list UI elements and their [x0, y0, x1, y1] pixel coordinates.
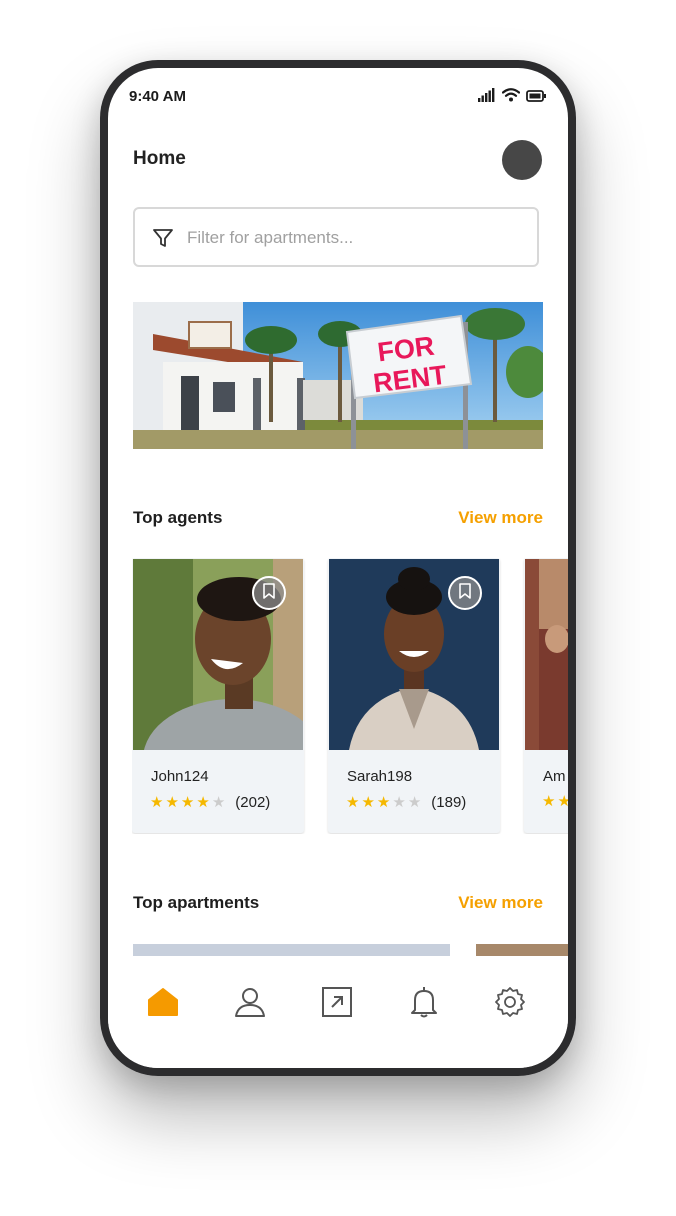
filter-bar[interactable]: [133, 207, 539, 267]
wifi-icon: [501, 88, 521, 107]
bottom-tab-bar: [108, 956, 568, 1068]
for-rent-banner[interactable]: FOR RENT: [133, 302, 543, 449]
star-icon: ★: [150, 794, 164, 811]
agent-name: Am: [543, 768, 566, 785]
star-icon: ★: [542, 793, 556, 810]
tab-home[interactable]: [143, 984, 183, 1024]
tab-settings[interactable]: [490, 984, 530, 1024]
agent-name: Sarah198: [347, 768, 413, 785]
review-count: (202): [235, 794, 271, 811]
bell-icon: [409, 986, 439, 1023]
tab-share[interactable]: [317, 984, 357, 1024]
bookmark-icon: [262, 582, 276, 604]
avatar[interactable]: [502, 140, 542, 180]
search-input[interactable]: [185, 209, 529, 267]
star-icon: ★: [346, 794, 360, 811]
top-agents-view-more[interactable]: View more: [458, 508, 543, 528]
phone-frame: 9:40 AM Home Filter for apartments... FO…: [100, 60, 576, 1076]
tab-profile[interactable]: [230, 984, 270, 1024]
share-icon: [321, 986, 353, 1023]
star-icon: ★: [196, 794, 210, 811]
bookmark-button[interactable]: [448, 576, 482, 610]
star-icon: ★: [376, 794, 391, 811]
agents-carousel[interactable]: John124 ★ ★ ★ ★ ★ (202) Sarah198 ★ ★ ★ ★…: [132, 558, 568, 834]
phone-screen: 9:40 AM Home Filter for apartments... FO…: [108, 68, 568, 1068]
apartment-card[interactable]: [133, 944, 450, 956]
agent-card-partial[interactable]: Am ★★★★★: [524, 558, 568, 833]
status-time: 9:40 AM: [129, 88, 186, 105]
agent-name: John124: [151, 768, 209, 785]
agent-card-john[interactable]: John124 ★ ★ ★ ★ ★ (202): [132, 558, 304, 833]
star-icon: ★: [557, 793, 568, 810]
star-icon: ★: [361, 794, 375, 811]
bookmark-icon: [458, 582, 472, 604]
agent-rating: ★ ★ ★ ★ ★ (189): [346, 794, 466, 811]
star-rating: ★★★★★: [150, 795, 225, 810]
status-icons: [478, 88, 546, 107]
signal-icon: [478, 88, 496, 107]
star-icon: ★: [165, 794, 179, 811]
star-icon: ★: [407, 794, 422, 811]
agent-rating: ★★★★★: [542, 794, 568, 809]
agent-photo: [525, 559, 568, 750]
gear-icon: [494, 986, 526, 1023]
star-rating: ★★★★★: [346, 795, 421, 810]
top-agents-title: Top agents: [133, 508, 223, 527]
star-icon: ★: [180, 794, 195, 811]
filter-icon: [152, 227, 174, 254]
star-rating: ★★★★★: [542, 794, 568, 809]
bookmark-button[interactable]: [252, 576, 286, 610]
apartment-card[interactable]: [476, 944, 568, 956]
user-icon: [234, 986, 266, 1023]
for-rent-photo: FOR RENT: [133, 302, 543, 449]
review-count: (189): [431, 794, 467, 811]
page-title: Home: [133, 148, 186, 169]
star-icon: ★: [211, 794, 226, 811]
top-apartments-title: Top apartments: [133, 893, 260, 912]
apartments-carousel[interactable]: [133, 944, 568, 956]
agent-rating: ★ ★ ★ ★ ★ (202): [150, 794, 270, 811]
agent-card-sarah[interactable]: Sarah198 ★ ★ ★ ★ ★ (189): [328, 558, 500, 833]
home-icon: [146, 987, 180, 1022]
battery-icon: [526, 89, 546, 107]
star-icon: ★: [392, 794, 406, 811]
top-apartments-view-more[interactable]: View more: [458, 893, 543, 913]
tab-notifications[interactable]: [404, 984, 444, 1024]
